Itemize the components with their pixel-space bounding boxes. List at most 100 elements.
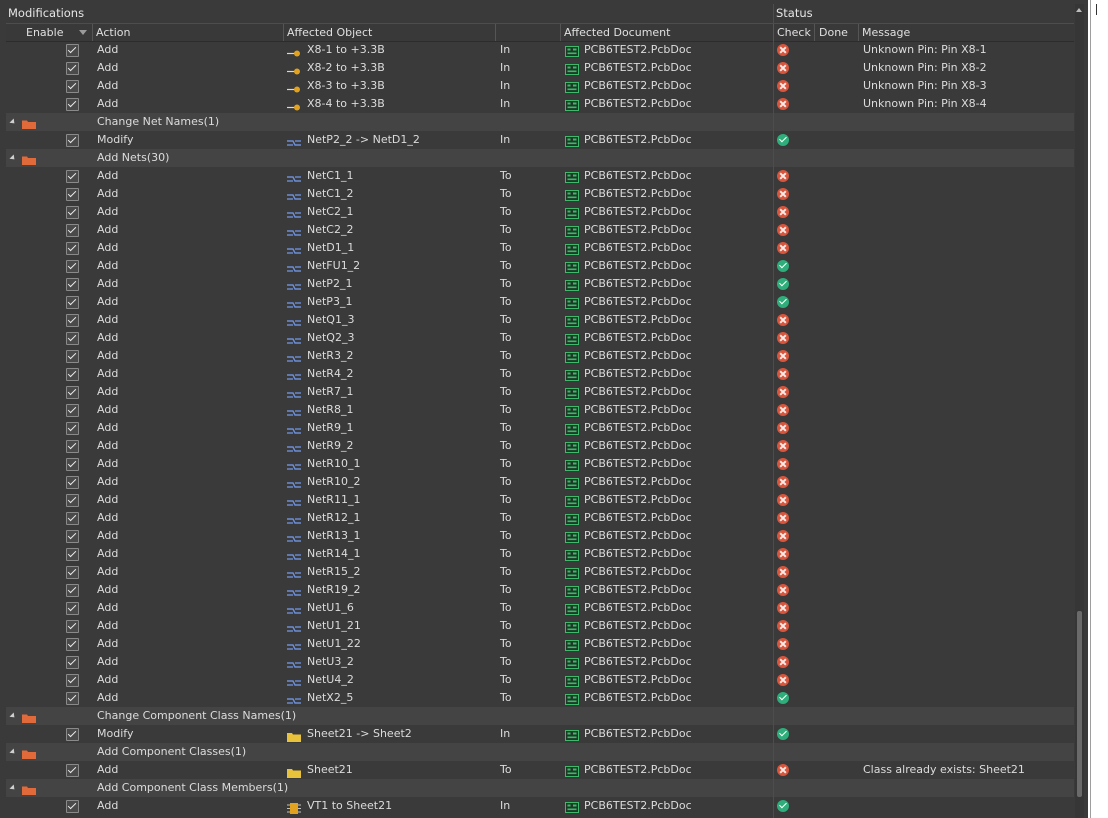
- column-separator[interactable]: [814, 24, 815, 41]
- table-row[interactable]: Add NetR9_2 To PCB6TEST2.PcbDoc: [6, 437, 1074, 455]
- enable-checkbox[interactable]: [66, 242, 79, 255]
- table-row[interactable]: Add X8-3 to +3.3В In PCB6TEST2.PcbDoc Unknow…: [6, 77, 1074, 95]
- enable-checkbox[interactable]: [66, 386, 79, 399]
- enable-checkbox[interactable]: [66, 98, 79, 111]
- enable-checkbox[interactable]: [66, 260, 79, 273]
- enable-checkbox[interactable]: [66, 728, 79, 741]
- enable-checkbox[interactable]: [66, 170, 79, 183]
- table-row[interactable]: Add NetU3_2 To PCB6TEST2.PcbDoc: [6, 653, 1074, 671]
- table-row[interactable]: Add Sheet21 To PCB6TEST2.PcbDoc Class alread…: [6, 761, 1074, 779]
- collapse-triangle-icon[interactable]: [9, 118, 17, 126]
- table-row[interactable]: Add NetR3_2 To PCB6TEST2.PcbDoc: [6, 347, 1074, 365]
- enable-checkbox[interactable]: [66, 476, 79, 489]
- affected-document-column-header[interactable]: Affected Document: [564, 25, 670, 40]
- enable-checkbox[interactable]: [66, 134, 79, 147]
- table-row[interactable]: Add NetU1_21 To PCB6TEST2.PcbDoc: [6, 617, 1074, 635]
- table-row[interactable]: Add NetR10_1 To PCB6TEST2.PcbDoc: [6, 455, 1074, 473]
- enable-checkbox[interactable]: [66, 494, 79, 507]
- table-row[interactable]: Add NetR7_1 To PCB6TEST2.PcbDoc: [6, 383, 1074, 401]
- enable-checkbox[interactable]: [66, 188, 79, 201]
- enable-checkbox[interactable]: [66, 332, 79, 345]
- enable-checkbox[interactable]: [66, 224, 79, 237]
- enable-checkbox[interactable]: [66, 368, 79, 381]
- enable-checkbox[interactable]: [66, 512, 79, 525]
- enable-checkbox[interactable]: [66, 350, 79, 363]
- group-row[interactable]: Change Component Class Names(1): [6, 707, 1074, 725]
- table-row[interactable]: Add NetR9_1 To PCB6TEST2.PcbDoc: [6, 419, 1074, 437]
- column-separator[interactable]: [495, 24, 496, 41]
- table-row[interactable]: Add X8-2 to +3.3В In PCB6TEST2.PcbDoc Unknow…: [6, 59, 1074, 77]
- table-row[interactable]: Add NetU1_6 To PCB6TEST2.PcbDoc: [6, 599, 1074, 617]
- table-row[interactable]: Add NetR14_1 To PCB6TEST2.PcbDoc: [6, 545, 1074, 563]
- column-separator[interactable]: [92, 24, 93, 41]
- enable-checkbox[interactable]: [66, 62, 79, 75]
- group-row[interactable]: Add Component Class Members(1): [6, 779, 1074, 797]
- table-row[interactable]: Add VT1 to Sheet21 In PCB6TEST2.PcbDoc: [6, 797, 1074, 815]
- group-row[interactable]: Add Nets(30): [6, 149, 1074, 167]
- enable-checkbox[interactable]: [66, 692, 79, 705]
- table-row[interactable]: Add NetC1_2 To PCB6TEST2.PcbDoc: [6, 185, 1074, 203]
- action-column-header[interactable]: Action: [96, 25, 130, 40]
- table-row[interactable]: Add NetD1_1 To PCB6TEST2.PcbDoc: [6, 239, 1074, 257]
- affected-object-column-header[interactable]: Affected Object: [287, 25, 372, 40]
- collapse-triangle-icon[interactable]: [9, 712, 17, 720]
- table-row[interactable]: Add NetR13_1 To PCB6TEST2.PcbDoc: [6, 527, 1074, 545]
- table-row[interactable]: Add NetP2_1 To PCB6TEST2.PcbDoc: [6, 275, 1074, 293]
- enable-column-header[interactable]: Enable: [26, 25, 63, 40]
- collapse-triangle-icon[interactable]: [9, 748, 17, 756]
- table-row[interactable]: Add NetR12_1 To PCB6TEST2.PcbDoc: [6, 509, 1074, 527]
- group-row[interactable]: Add Component Classes(1): [6, 743, 1074, 761]
- collapse-triangle-icon[interactable]: [9, 784, 17, 792]
- enable-checkbox[interactable]: [66, 278, 79, 291]
- table-row[interactable]: Add NetQ2_3 To PCB6TEST2.PcbDoc: [6, 329, 1074, 347]
- enable-checkbox[interactable]: [66, 656, 79, 669]
- table-row[interactable]: Add NetC1_1 To PCB6TEST2.PcbDoc: [6, 167, 1074, 185]
- enable-checkbox[interactable]: [66, 80, 79, 93]
- table-row[interactable]: Add NetC2_2 To PCB6TEST2.PcbDoc: [6, 221, 1074, 239]
- enable-checkbox[interactable]: [66, 566, 79, 579]
- enable-checkbox[interactable]: [66, 800, 79, 813]
- enable-checkbox[interactable]: [66, 638, 79, 651]
- collapse-triangle-icon[interactable]: [9, 154, 17, 162]
- enable-checkbox[interactable]: [66, 296, 79, 309]
- table-row[interactable]: Add NetU1_22 To PCB6TEST2.PcbDoc: [6, 635, 1074, 653]
- filter-dropdown-icon[interactable]: [79, 30, 87, 35]
- enable-checkbox[interactable]: [66, 422, 79, 435]
- table-row[interactable]: Add NetX2_5 To PCB6TEST2.PcbDoc: [6, 689, 1074, 707]
- column-separator[interactable]: [773, 24, 774, 41]
- enable-checkbox[interactable]: [66, 674, 79, 687]
- group-row[interactable]: Change Net Names(1): [6, 113, 1074, 131]
- done-column-header[interactable]: Done: [819, 25, 848, 40]
- column-separator[interactable]: [560, 24, 561, 41]
- table-row[interactable]: Add NetU4_2 To PCB6TEST2.PcbDoc: [6, 671, 1074, 689]
- enable-checkbox[interactable]: [66, 764, 79, 777]
- enable-checkbox[interactable]: [66, 206, 79, 219]
- table-row[interactable]: Add NetR11_1 To PCB6TEST2.PcbDoc: [6, 491, 1074, 509]
- column-separator[interactable]: [858, 24, 859, 41]
- table-row[interactable]: Add NetP3_1 To PCB6TEST2.PcbDoc: [6, 293, 1074, 311]
- scrollbar-thumb[interactable]: [1077, 611, 1082, 797]
- table-row[interactable]: Modify Sheet21 -> Sheet2 In PCB6TEST2.PcbDo…: [6, 725, 1074, 743]
- table-row[interactable]: Add X8-4 to +3.3В In PCB6TEST2.PcbDoc Unknow…: [6, 95, 1074, 113]
- scroll-up-arrow-icon[interactable]: [1076, 8, 1082, 12]
- enable-checkbox[interactable]: [66, 314, 79, 327]
- enable-checkbox[interactable]: [66, 440, 79, 453]
- message-column-header[interactable]: Message: [862, 25, 910, 40]
- enable-checkbox[interactable]: [66, 620, 79, 633]
- table-row[interactable]: Add X8-1 to +3.3В In PCB6TEST2.PcbDoc Unknow…: [6, 41, 1074, 59]
- enable-checkbox[interactable]: [66, 584, 79, 597]
- enable-checkbox[interactable]: [66, 548, 79, 561]
- enable-checkbox[interactable]: [66, 404, 79, 417]
- table-row[interactable]: Add NetR8_1 To PCB6TEST2.PcbDoc: [6, 401, 1074, 419]
- table-row[interactable]: Add NetR15_2 To PCB6TEST2.PcbDoc: [6, 563, 1074, 581]
- enable-checkbox[interactable]: [66, 44, 79, 57]
- enable-checkbox[interactable]: [66, 458, 79, 471]
- enable-checkbox[interactable]: [66, 530, 79, 543]
- table-row[interactable]: Modify NetP2_2 -> NetD1_2 In PCB6TEST2.PcbD…: [6, 131, 1074, 149]
- table-row[interactable]: Add NetQ1_3 To PCB6TEST2.PcbDoc: [6, 311, 1074, 329]
- table-row[interactable]: Add NetR10_2 To PCB6TEST2.PcbDoc: [6, 473, 1074, 491]
- enable-checkbox[interactable]: [66, 602, 79, 615]
- table-row[interactable]: Add NetC2_1 To PCB6TEST2.PcbDoc: [6, 203, 1074, 221]
- check-column-header[interactable]: Check: [777, 25, 811, 40]
- table-row[interactable]: Add NetFU1_2 To PCB6TEST2.PcbDoc: [6, 257, 1074, 275]
